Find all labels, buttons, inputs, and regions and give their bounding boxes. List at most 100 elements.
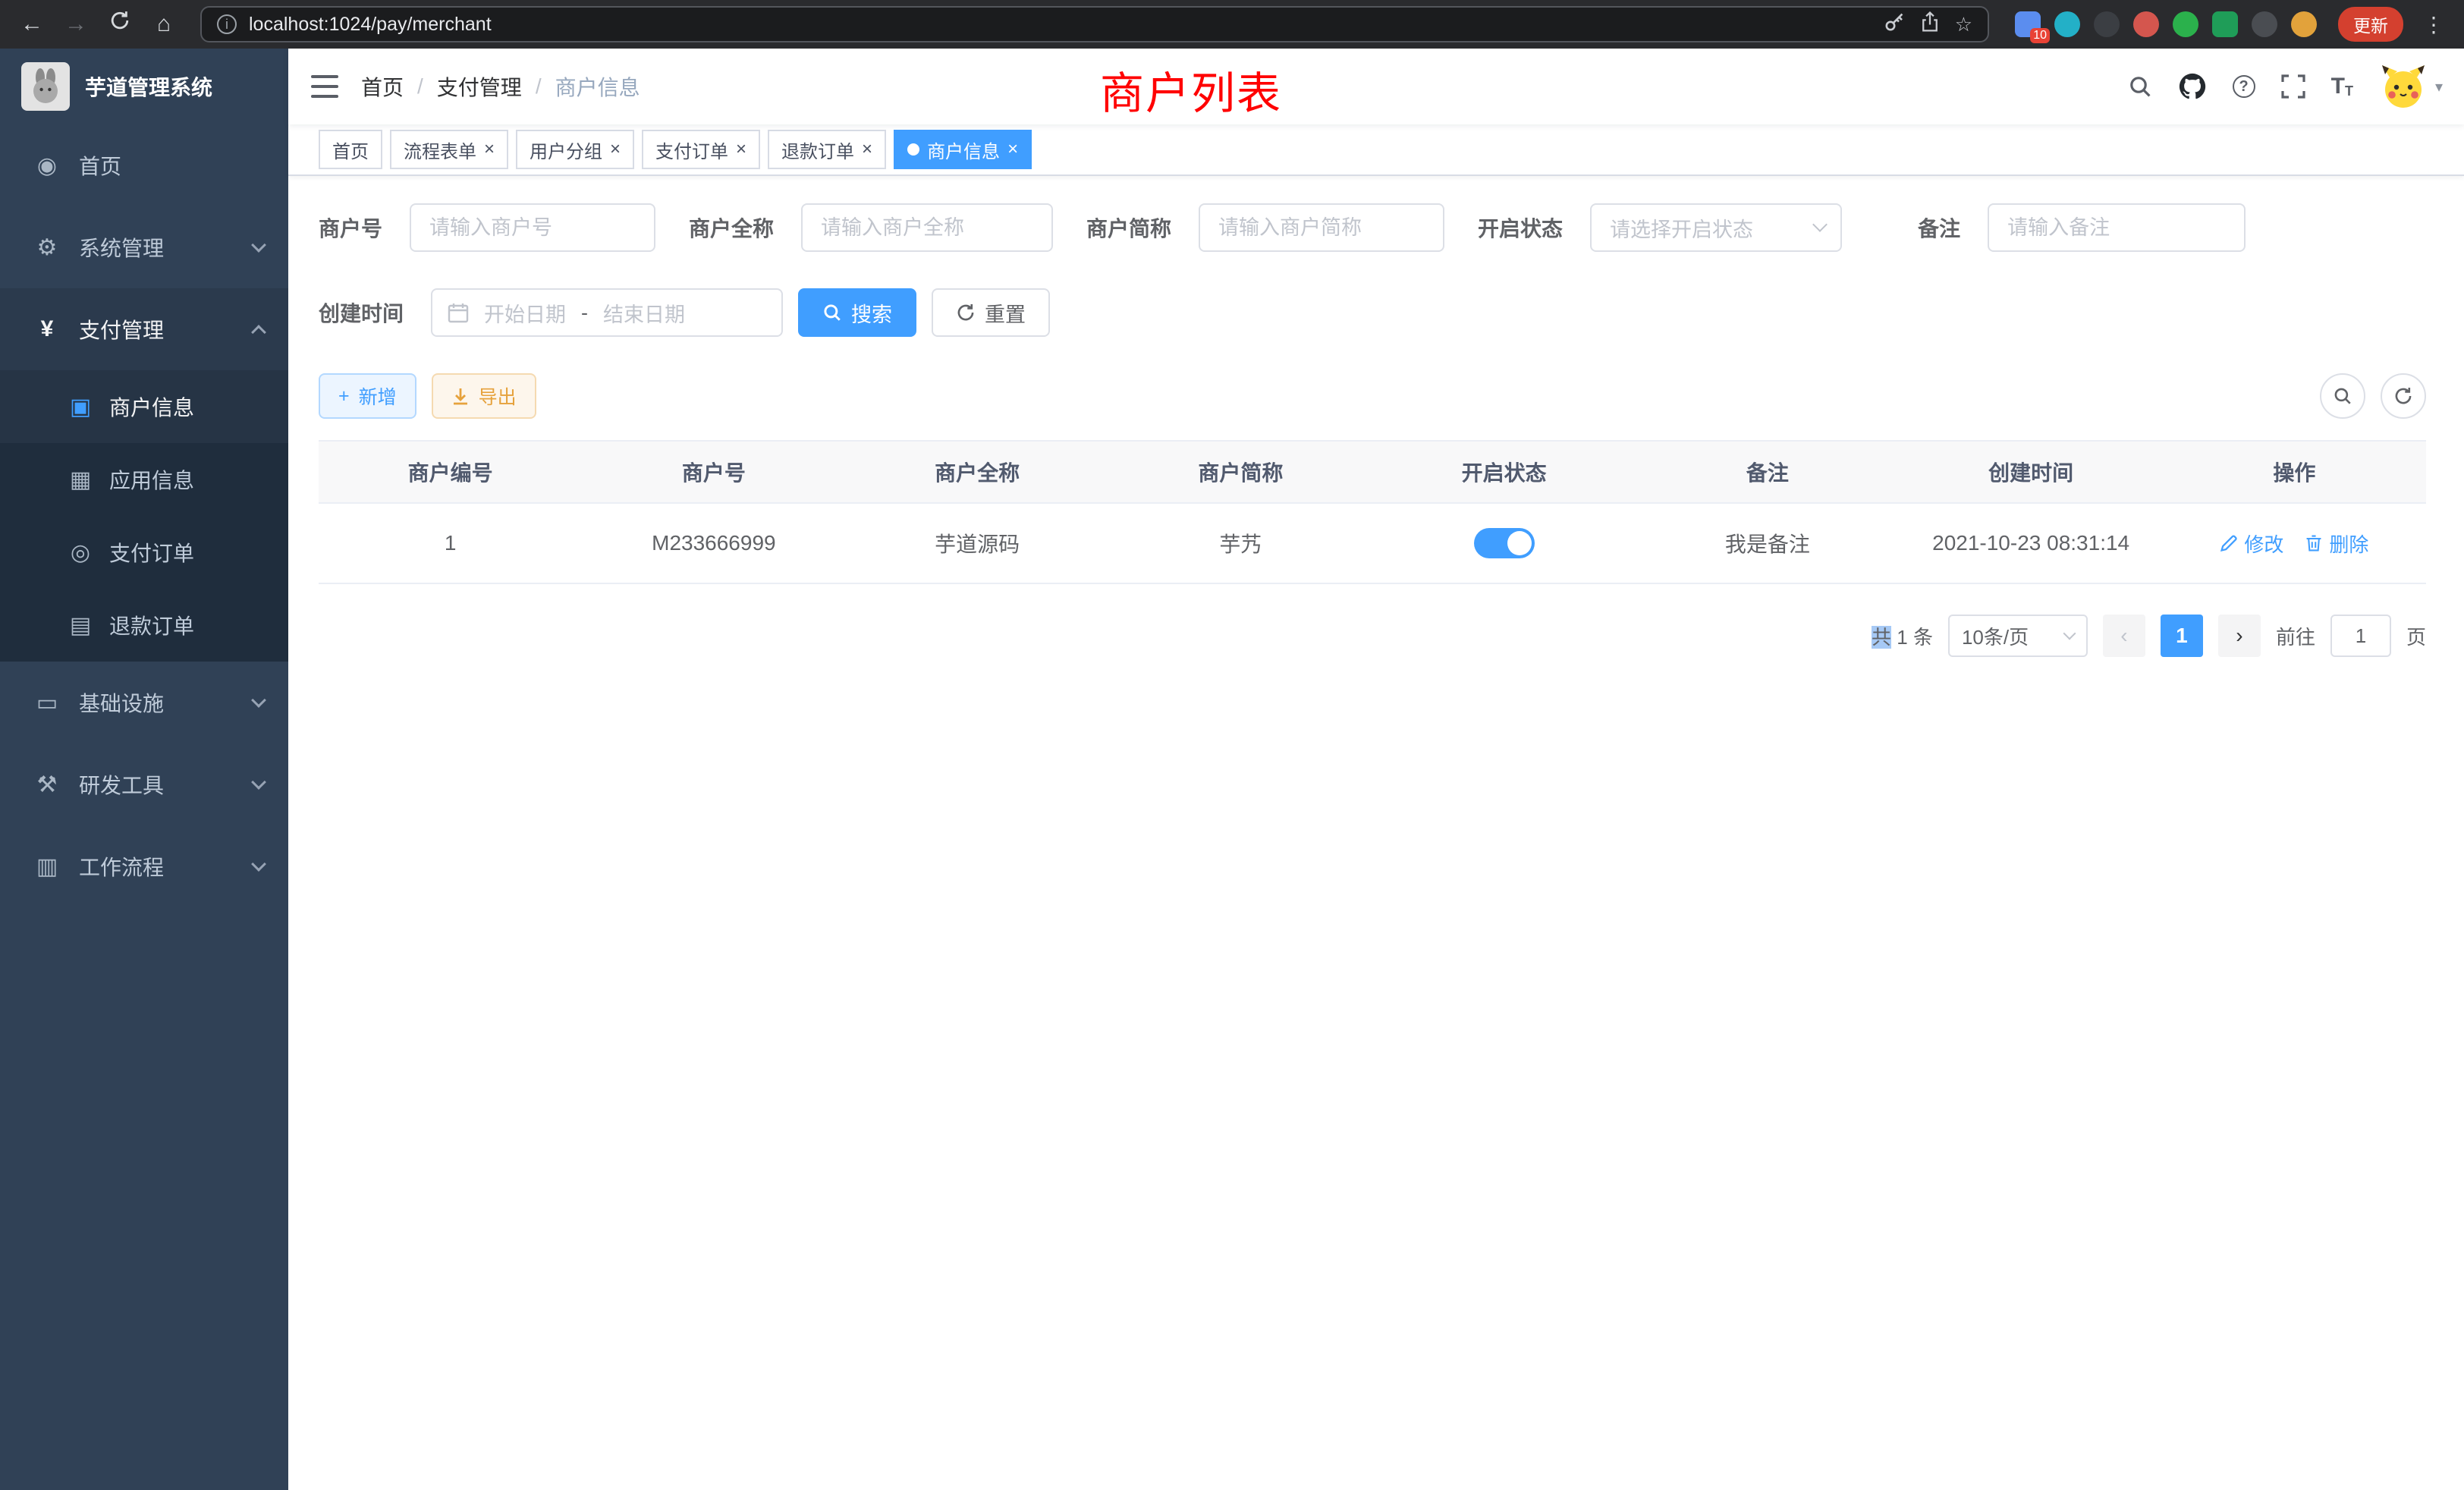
search-button[interactable]: 搜索 [798, 288, 916, 337]
share-icon[interactable] [1920, 11, 1940, 38]
page-size-select[interactable]: 10条/页 [1948, 615, 2088, 657]
short-name-input[interactable] [1199, 203, 1444, 252]
extension-icon[interactable] [2173, 11, 2198, 37]
breadcrumb-home[interactable]: 首页 [361, 71, 404, 102]
tab-pay-order[interactable]: 支付订单 × [642, 130, 760, 169]
extension-icon[interactable] [2054, 11, 2080, 37]
status-select[interactable]: 请选择开启状态 [1590, 203, 1842, 252]
extension-icon[interactable] [2094, 11, 2120, 37]
refund-doc-icon: ▤ [64, 612, 97, 639]
top-navbar: 首页 / 支付管理 / 商户信息 商户列表 ? [288, 49, 2464, 124]
close-icon[interactable]: × [484, 140, 495, 159]
sidebar-item-dev-tools[interactable]: ⚒ 研发工具 [0, 743, 288, 825]
chevron-down-icon [251, 693, 266, 708]
help-icon[interactable]: ? [2233, 75, 2255, 98]
sidebar-item-home[interactable]: ◉ 首页 [0, 124, 288, 206]
chevron-down-icon [251, 857, 266, 872]
toggle-search-button[interactable] [2320, 373, 2365, 419]
cell-remark: 我是备注 [1636, 504, 1899, 583]
close-icon[interactable]: × [1007, 140, 1018, 159]
navbar-actions: ? TT [2128, 62, 2464, 111]
url-text[interactable]: localhost:1024/pay/merchant [249, 14, 492, 36]
cell-short-name: 芋艿 [1109, 504, 1372, 583]
goto-page-input[interactable] [2330, 615, 2391, 657]
column-header: 开启状态 [1372, 442, 1636, 502]
user-avatar[interactable]: ▾ [2379, 62, 2443, 111]
github-icon[interactable] [2178, 72, 2207, 101]
table-header: 商户编号 商户号 商户全称 商户简称 开启状态 备注 创建时间 操作 [319, 442, 2426, 504]
status-toggle[interactable] [1474, 528, 1535, 558]
sidebar-item-workflow[interactable]: ▥ 工作流程 [0, 825, 288, 907]
browser-menu-icon[interactable]: ⋮ [2418, 12, 2449, 37]
site-info-icon[interactable]: i [217, 14, 237, 34]
breadcrumb-payment[interactable]: 支付管理 [437, 71, 522, 102]
remark-input[interactable] [1988, 203, 2246, 252]
extension-icon[interactable] [2212, 11, 2238, 37]
page-root: ← → ⌂ i localhost:1024/pay/merchant ☆ 10 [0, 0, 2464, 1490]
sidebar-item-payment[interactable]: ¥ 支付管理 [0, 288, 288, 370]
close-icon[interactable]: × [610, 140, 621, 159]
merchant-no-input[interactable] [410, 203, 655, 252]
chevron-down-icon [1812, 217, 1828, 232]
tab-home[interactable]: 首页 [319, 130, 382, 169]
column-header: 商户全称 [846, 442, 1109, 502]
bookmark-star-icon[interactable]: ☆ [1955, 13, 1972, 36]
add-button[interactable]: + 新增 [319, 373, 416, 419]
sidebar-item-system[interactable]: ⚙ 系统管理 [0, 206, 288, 288]
tab-user-group[interactable]: 用户分组 × [516, 130, 634, 169]
sidebar-item-refund-order[interactable]: ▤ 退款订单 [0, 589, 288, 662]
search-icon [822, 303, 842, 322]
caret-down-icon: ▾ [2435, 77, 2443, 96]
delete-link[interactable]: 删除 [2305, 530, 2368, 558]
sidebar-logo[interactable]: 芋道管理系统 [0, 49, 288, 124]
full-name-label: 商户全称 [689, 212, 774, 243]
reset-button[interactable]: 重置 [932, 288, 1050, 337]
page-1-button[interactable]: 1 [2161, 615, 2203, 657]
browser-update-button[interactable]: 更新 [2338, 7, 2403, 42]
date-separator: - [581, 301, 588, 325]
cell-merchant-no: M233666999 [582, 504, 845, 583]
close-icon[interactable]: × [862, 140, 872, 159]
tab-process-form[interactable]: 流程表单 × [390, 130, 508, 169]
pagination: 共 1 条 10条/页 ‹ 1 › 前往 页 [319, 615, 2426, 657]
forward-icon[interactable]: → [59, 0, 93, 49]
cell-merchant-id: 1 [319, 504, 582, 583]
prev-page-button[interactable]: ‹ [2103, 615, 2145, 657]
sidebar-item-label: 支付管理 [79, 314, 164, 344]
back-icon[interactable]: ← [15, 0, 49, 49]
home-icon[interactable]: ⌂ [147, 0, 181, 49]
next-page-button[interactable]: › [2218, 615, 2261, 657]
column-header: 商户简称 [1109, 442, 1372, 502]
sidebar-item-label: 基础设施 [79, 687, 164, 718]
edit-link[interactable]: 修改 [2220, 530, 2283, 558]
search-icon[interactable] [2128, 74, 2152, 99]
tab-label: 支付订单 [655, 137, 728, 163]
export-button[interactable]: 导出 [432, 373, 536, 419]
extension-icon[interactable] [2291, 11, 2317, 37]
extension-icon[interactable] [2133, 11, 2159, 37]
tab-refund-order[interactable]: 退款订单 × [768, 130, 886, 169]
fullscreen-icon[interactable] [2281, 74, 2305, 99]
refresh-table-button[interactable] [2381, 373, 2426, 419]
password-key-icon[interactable] [1884, 11, 1905, 38]
reload-icon[interactable] [103, 0, 137, 49]
extension-icon[interactable] [2252, 11, 2277, 37]
sidebar-item-app-info[interactable]: ▦ 应用信息 [0, 443, 288, 516]
monitor-icon: ▭ [30, 690, 64, 716]
close-icon[interactable]: × [736, 140, 746, 159]
sidebar-item-pay-order[interactable]: ◎ 支付订单 [0, 516, 288, 589]
create-time-range-picker[interactable]: 开始日期 - 结束日期 [431, 288, 783, 337]
column-header: 备注 [1636, 442, 1899, 502]
sidebar-item-merchant-info[interactable]: ▣ 商户信息 [0, 370, 288, 443]
full-name-input[interactable] [801, 203, 1053, 252]
sidebar-item-label: 研发工具 [79, 769, 164, 800]
hamburger-icon[interactable] [288, 49, 361, 124]
tab-label: 流程表单 [404, 137, 476, 163]
short-name-label: 商户简称 [1086, 212, 1171, 243]
sidebar-item-infrastructure[interactable]: ▭ 基础设施 [0, 662, 288, 743]
column-header: 操作 [2163, 442, 2426, 502]
address-bar[interactable]: i localhost:1024/pay/merchant ☆ [200, 6, 1989, 42]
extension-icon[interactable]: 10 [2015, 11, 2041, 37]
font-size-icon[interactable]: TT [2331, 74, 2353, 99]
tab-merchant-info[interactable]: 商户信息 × [894, 130, 1032, 169]
